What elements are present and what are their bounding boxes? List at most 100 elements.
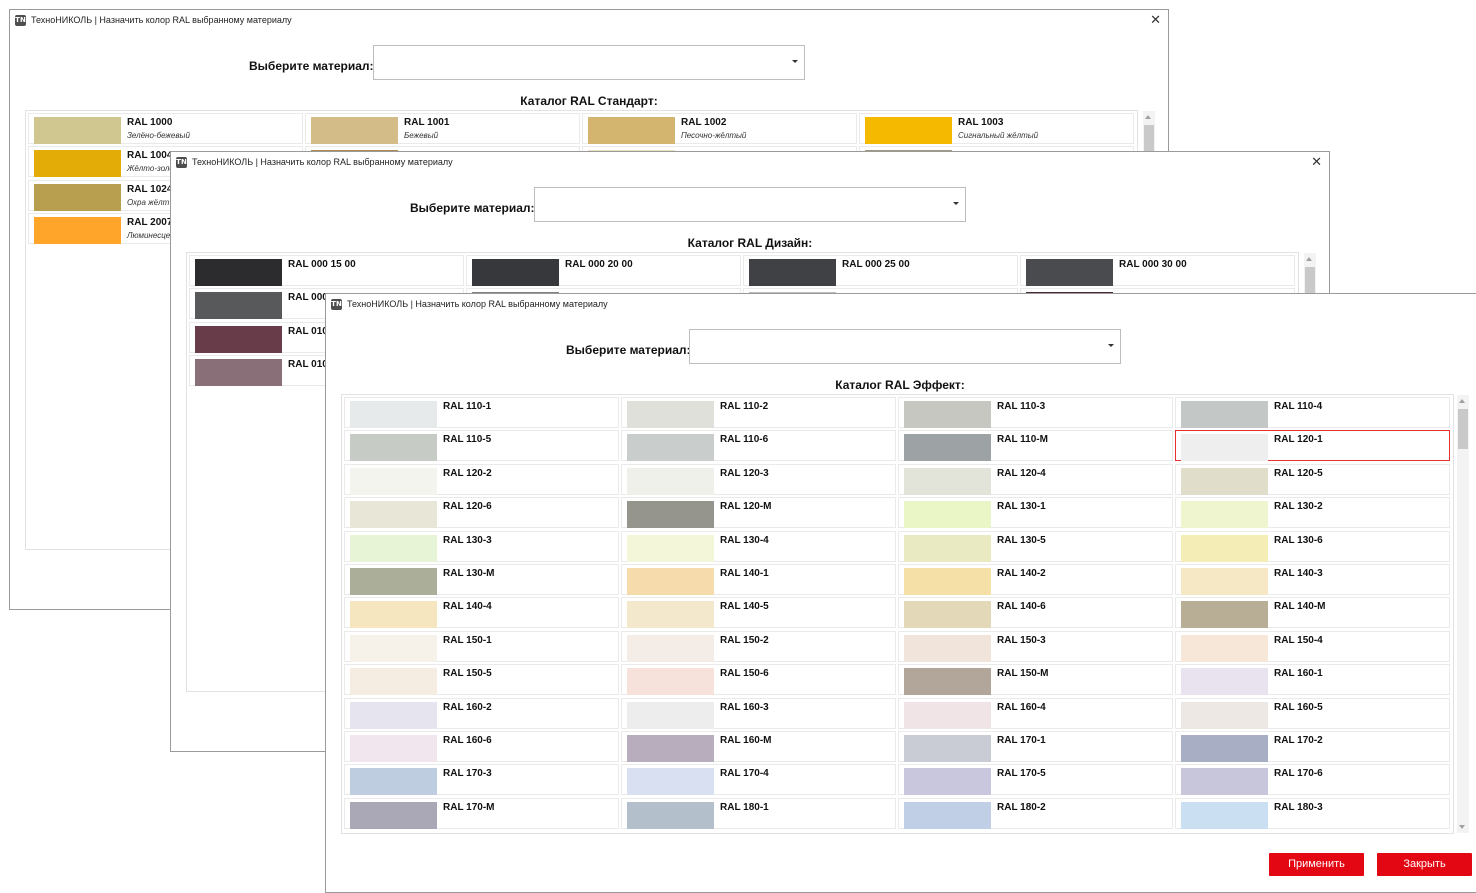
scroll-up-icon[interactable] <box>1145 115 1151 119</box>
color-item[interactable]: RAL 110-M <box>898 430 1173 462</box>
color-swatch <box>34 117 121 144</box>
color-item[interactable]: RAL 120-2 <box>344 463 619 495</box>
color-item[interactable]: RAL 110-2 <box>621 397 896 428</box>
color-item[interactable]: RAL 150-2 <box>621 630 896 662</box>
color-item[interactable]: RAL 000 15 00 <box>189 255 464 286</box>
color-item[interactable]: RAL 160-4 <box>898 697 1173 729</box>
color-item[interactable]: RAL 170-2 <box>1175 731 1450 762</box>
color-item[interactable]: RAL 150-4 <box>1175 630 1450 662</box>
color-item[interactable]: RAL 160-5 <box>1175 697 1450 729</box>
color-item[interactable]: RAL 140-3 <box>1175 564 1450 595</box>
color-item[interactable]: RAL 170-M <box>344 797 619 829</box>
color-item[interactable]: RAL 180-2 <box>898 797 1173 829</box>
color-item[interactable]: RAL 140-M <box>1175 597 1450 629</box>
color-item[interactable]: RAL 130-6 <box>1175 530 1450 562</box>
scroll-up-icon[interactable] <box>1459 399 1465 403</box>
color-item[interactable]: RAL 110-4 <box>1175 397 1450 428</box>
color-code: RAL 140-6 <box>997 601 1046 613</box>
color-item[interactable]: RAL 120-M <box>621 497 896 529</box>
color-code: RAL 120-2 <box>443 467 492 479</box>
color-item[interactable]: RAL 1001 Бежевый <box>305 113 580 144</box>
color-item[interactable]: RAL 160-3 <box>621 697 896 729</box>
close-icon[interactable]: ✕ <box>1311 155 1322 169</box>
color-item[interactable]: RAL 140-1 <box>621 564 896 595</box>
color-item[interactable]: RAL 160-6 <box>344 731 619 762</box>
color-swatch <box>627 634 714 662</box>
color-swatch <box>904 801 991 829</box>
color-item[interactable]: RAL 140-4 <box>344 597 619 629</box>
color-item[interactable]: RAL 170-3 <box>344 764 619 796</box>
color-item[interactable]: RAL 160-2 <box>344 697 619 729</box>
color-swatch <box>627 768 714 796</box>
color-item[interactable]: RAL 180-3 <box>1175 797 1450 829</box>
color-item[interactable]: RAL 180-1 <box>621 797 896 829</box>
color-swatch <box>195 359 282 387</box>
color-swatch <box>350 701 437 729</box>
color-swatch <box>34 183 121 211</box>
chevron-down-icon[interactable] <box>1108 344 1114 347</box>
color-item[interactable]: RAL 120-3 <box>621 463 896 495</box>
color-code: RAL 160-2 <box>443 701 492 713</box>
color-code: RAL 140-2 <box>997 568 1046 579</box>
color-item[interactable]: RAL 160-M <box>621 731 896 762</box>
color-item[interactable]: RAL 140-2 <box>898 564 1173 595</box>
color-item[interactable]: RAL 150-3 <box>898 630 1173 662</box>
color-item[interactable]: RAL 130-M <box>344 564 619 595</box>
color-item[interactable]: RAL 110-6 <box>621 430 896 462</box>
color-item[interactable]: RAL 110-3 <box>898 397 1173 428</box>
color-item[interactable]: RAL 130-4 <box>621 530 896 562</box>
catalog-title: Каталог RAL Эффект: <box>835 378 965 392</box>
color-item[interactable]: RAL 1002 Песочно-жёлтый <box>582 113 857 144</box>
color-item[interactable]: RAL 150-5 <box>344 664 619 696</box>
color-item[interactable]: RAL 130-5 <box>898 530 1173 562</box>
color-item[interactable]: RAL 000 30 00 <box>1020 255 1295 286</box>
color-item[interactable]: RAL 000 20 00 <box>466 255 741 286</box>
color-item[interactable]: RAL 160-1 <box>1175 664 1450 696</box>
scroll-up-icon[interactable] <box>1306 257 1312 261</box>
material-select[interactable] <box>373 45 805 80</box>
color-item[interactable]: RAL 110-1 <box>344 397 619 428</box>
title-bar[interactable]: TN ТехноНИКОЛЬ | Назначить колор RAL выб… <box>171 152 1329 174</box>
chevron-down-icon[interactable] <box>953 202 959 205</box>
title-bar[interactable]: TN ТехноНИКОЛЬ | Назначить колор RAL выб… <box>10 10 1168 32</box>
color-item[interactable]: RAL 140-6 <box>898 597 1173 629</box>
color-item[interactable]: RAL 150-6 <box>621 664 896 696</box>
color-swatch <box>1181 467 1268 495</box>
color-item[interactable]: RAL 150-M <box>898 664 1173 696</box>
color-code: RAL 000 15 00 <box>288 259 356 270</box>
color-item[interactable]: RAL 170-5 <box>898 764 1173 796</box>
color-item[interactable]: RAL 120-5 <box>1175 463 1450 495</box>
material-select[interactable] <box>534 187 966 222</box>
color-item[interactable]: RAL 120-6 <box>344 497 619 529</box>
apply-button[interactable]: Применить <box>1269 853 1364 876</box>
color-item[interactable]: RAL 170-6 <box>1175 764 1450 796</box>
color-item[interactable]: RAL 130-3 <box>344 530 619 562</box>
scroll-thumb[interactable] <box>1458 409 1468 449</box>
color-item[interactable]: RAL 120-4 <box>898 463 1173 495</box>
color-item[interactable]: RAL 130-1 <box>898 497 1173 529</box>
color-item[interactable]: RAL 170-1 <box>898 731 1173 762</box>
color-code: RAL 120-M <box>720 501 772 513</box>
close-icon[interactable]: ✕ <box>1150 13 1161 27</box>
scrollbar[interactable] <box>1457 395 1469 833</box>
color-swatch <box>627 501 714 529</box>
color-code: RAL 170-4 <box>720 768 769 780</box>
color-code: RAL 1003 <box>958 117 1004 128</box>
scroll-down-icon[interactable] <box>1459 825 1465 829</box>
material-select[interactable] <box>689 329 1121 364</box>
color-item[interactable]: RAL 130-2 <box>1175 497 1450 529</box>
title-bar[interactable]: TN ТехноНИКОЛЬ | Назначить колор RAL выб… <box>326 294 1476 316</box>
color-item[interactable]: RAL 1003 Сигнальный жёлтый <box>859 113 1134 144</box>
color-item[interactable]: RAL 1000 Зелёно-бежевый <box>28 113 303 144</box>
chevron-down-icon[interactable] <box>792 60 798 63</box>
color-item[interactable]: RAL 140-5 <box>621 597 896 629</box>
color-item[interactable]: RAL 170-4 <box>621 764 896 796</box>
color-code: RAL 120-6 <box>443 501 492 513</box>
color-item[interactable]: RAL 120-1 <box>1175 430 1450 462</box>
close-button[interactable]: Закрыть <box>1377 853 1472 876</box>
color-item[interactable]: RAL 110-5 <box>344 430 619 462</box>
color-item[interactable]: RAL 150-1 <box>344 630 619 662</box>
color-item[interactable]: RAL 000 25 00 <box>743 255 1018 286</box>
color-swatch <box>34 217 121 245</box>
color-description: Жёлто-золо <box>127 164 174 174</box>
